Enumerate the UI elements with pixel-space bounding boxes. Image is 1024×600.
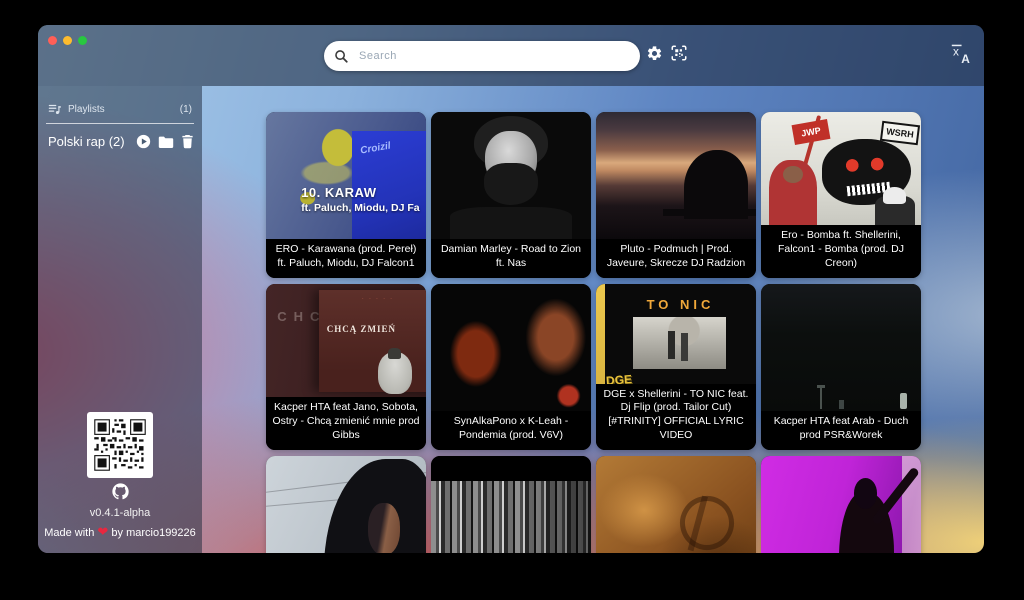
svg-text:x: x bbox=[953, 45, 959, 59]
qr-scan-icon[interactable] bbox=[670, 44, 688, 62]
graffiti-text: DGE bbox=[606, 372, 633, 384]
video-thumbnail: Croizil 10. KARAW ft. Paluch, Miodu, DJ … bbox=[266, 112, 426, 239]
close-button[interactable] bbox=[48, 36, 57, 45]
video-title: ERO - Karawana (prod. Pereł) ft. Paluch,… bbox=[266, 239, 426, 278]
playlists-count: (1) bbox=[180, 104, 192, 115]
heart-icon: ❤ bbox=[97, 524, 108, 539]
yellow-stripe bbox=[596, 284, 605, 384]
video-thumbnail bbox=[596, 456, 756, 553]
top-bar: x A bbox=[38, 25, 984, 86]
doll-graphic bbox=[378, 352, 412, 394]
video-thumbnail bbox=[431, 456, 591, 553]
video-title: Ero - Bomba ft. Shellerini, Falcon1 - Bo… bbox=[761, 225, 921, 278]
delete-trash-icon[interactable] bbox=[181, 134, 194, 149]
video-thumbnail bbox=[431, 112, 591, 239]
video-card[interactable]: Croizil 10. KARAW ft. Paluch, Miodu, DJ … bbox=[266, 112, 426, 278]
photo-frame bbox=[633, 317, 726, 369]
app-window: x A Playlists (1) Polski rap (2) bbox=[38, 25, 984, 553]
search-icon bbox=[334, 49, 349, 64]
playlist-item[interactable]: Polski rap (2) bbox=[48, 134, 194, 149]
video-card[interactable]: Damian Marley - Road to Zion ft. Nas bbox=[431, 112, 591, 278]
video-card[interactable]: CHC · · · · · CHCĄ ZMIEŃ Kacper HTA feat… bbox=[266, 284, 426, 450]
credit-prefix: Made with bbox=[44, 527, 94, 539]
translate-icon[interactable]: x A bbox=[948, 41, 974, 67]
flag-jwp: JWP bbox=[792, 119, 831, 145]
results-area: Croizil 10. KARAW ft. Paluch, Miodu, DJ … bbox=[202, 86, 984, 553]
zoom-button[interactable] bbox=[78, 36, 87, 45]
video-thumbnail bbox=[761, 456, 921, 553]
thumb-overlay-text: 10. KARAW bbox=[301, 185, 419, 200]
settings-gear-icon[interactable] bbox=[646, 45, 663, 62]
video-grid: Croizil 10. KARAW ft. Paluch, Miodu, DJ … bbox=[266, 112, 920, 553]
video-thumbnail: CHC · · · · · CHCĄ ZMIEŃ bbox=[266, 284, 426, 397]
traffic-lights bbox=[48, 36, 87, 45]
video-card[interactable] bbox=[596, 456, 756, 553]
credit-suffix: by marcio199226 bbox=[111, 527, 195, 539]
video-thumbnail bbox=[596, 112, 756, 239]
playlists-header: Playlists (1) bbox=[46, 102, 194, 124]
video-thumbnail: JWP WSRH bbox=[761, 112, 921, 225]
github-icon[interactable] bbox=[112, 483, 129, 500]
video-card[interactable]: JWP WSRH Ero - Bomba ft. Shellerini, Fal… bbox=[761, 112, 921, 278]
video-card[interactable]: Pluto - Podmuch | Prod. Javeure, Skrecze… bbox=[596, 112, 756, 278]
open-folder-icon[interactable] bbox=[158, 135, 174, 149]
video-card[interactable] bbox=[431, 456, 591, 553]
video-title: Damian Marley - Road to Zion ft. Nas bbox=[431, 239, 591, 278]
qr-code bbox=[87, 412, 153, 478]
search-input[interactable] bbox=[357, 49, 630, 63]
cover-script-text: Croizil bbox=[360, 134, 426, 156]
video-thumbnail bbox=[266, 456, 426, 553]
play-playlist-icon[interactable] bbox=[136, 134, 151, 149]
svg-text:A: A bbox=[961, 52, 970, 66]
video-title: Kacper HTA feat Arab - Duch prod PSR&Wor… bbox=[761, 411, 921, 450]
sidebar-footer: v0.4.1-alpha Made with ❤ by marcio199226 bbox=[38, 412, 202, 540]
video-thumbnail bbox=[431, 284, 591, 411]
video-title: SynAlkaPono x K-Leah - Pondemia (prod. V… bbox=[431, 411, 591, 450]
app-version: v0.4.1-alpha bbox=[90, 507, 151, 519]
search-bar[interactable] bbox=[324, 41, 640, 71]
cover-title-text: CHCĄ ZMIEŃ bbox=[327, 324, 426, 334]
video-card[interactable] bbox=[266, 456, 426, 553]
thumb-headline: TO NIC bbox=[605, 297, 756, 312]
playlists-label: Playlists bbox=[68, 104, 105, 115]
video-title: DGE x Shellerini - TO NIC feat. Dj Flip … bbox=[596, 384, 756, 450]
minimize-button[interactable] bbox=[63, 36, 72, 45]
video-title: Pluto - Podmuch | Prod. Javeure, Skrecze… bbox=[596, 239, 756, 278]
sidebar: Playlists (1) Polski rap (2) bbox=[38, 86, 202, 553]
video-card[interactable]: SynAlkaPono x K-Leah - Pondemia (prod. V… bbox=[431, 284, 591, 450]
playlist-name: Polski rap (2) bbox=[48, 134, 125, 149]
video-card[interactable] bbox=[761, 456, 921, 553]
video-thumbnail: TO NIC DGE bbox=[596, 284, 756, 384]
video-title: Kacper HTA feat Jano, Sobota, Ostry - Ch… bbox=[266, 397, 426, 450]
thumb-overlay-text: ft. Paluch, Miodu, DJ Fa bbox=[301, 202, 419, 214]
video-card[interactable]: TO NIC DGE DGE x Shellerini - TO NIC fea… bbox=[596, 284, 756, 450]
video-thumbnail bbox=[761, 284, 921, 411]
video-card[interactable]: Kacper HTA feat Arab - Duch prod PSR&Wor… bbox=[761, 284, 921, 450]
queue-music-icon bbox=[48, 102, 62, 116]
credit-line: Made with ❤ by marcio199226 bbox=[44, 524, 196, 540]
